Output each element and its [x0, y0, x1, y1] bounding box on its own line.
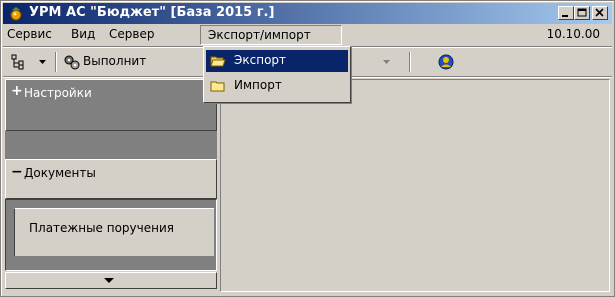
section-settings-label: Настройки: [24, 86, 92, 100]
title-bar[interactable]: УРМ АС "Бюджет" [База 2015 г.]: [3, 3, 612, 24]
menu-item-label: Экспорт: [234, 53, 287, 67]
chevron-down-icon[interactable]: [383, 60, 391, 65]
menu-service[interactable]: Сервис: [7, 27, 52, 41]
scroll-down-button[interactable]: [5, 272, 217, 289]
navigation-panel: + Настройки − Документы Платежные поруче…: [5, 79, 217, 292]
gears-icon[interactable]: [63, 53, 81, 71]
menu-server[interactable]: Сервер: [109, 27, 154, 41]
section-documents-label: Документы: [24, 166, 96, 180]
menu-item-import[interactable]: Импорт: [206, 75, 348, 97]
toolbar-separator: [409, 52, 411, 72]
maximize-icon: [577, 8, 587, 17]
menu-export-import[interactable]: Экспорт/импорт: [200, 25, 342, 45]
documents-list: Платежные поручения: [5, 199, 217, 271]
app-window: УРМ АС "Бюджет" [База 2015 г.] Сервис Ви…: [0, 0, 615, 297]
window-title: УРМ АС "Бюджет" [База 2015 г.]: [29, 5, 275, 20]
version-label: 10.10.00: [546, 27, 600, 41]
folder-open-icon: [210, 56, 226, 67]
section-settings[interactable]: + Настройки: [5, 79, 217, 131]
export-import-menu: Экспорт Импорт: [203, 46, 351, 103]
menu-export-import-label: Экспорт/импорт: [208, 28, 311, 42]
minimize-button[interactable]: [558, 6, 574, 20]
collapse-icon: −: [11, 164, 23, 180]
expand-icon: +: [11, 83, 23, 99]
menu-item-export[interactable]: Экспорт: [206, 50, 348, 72]
arrow-down-icon: [104, 278, 114, 283]
main-content: [220, 79, 610, 292]
execute-button-label[interactable]: Выполнит: [83, 54, 146, 68]
menu-item-label: Импорт: [234, 78, 282, 92]
close-button[interactable]: [592, 6, 608, 20]
list-item-label: Платежные поручения: [29, 221, 174, 235]
folder-icon: [210, 81, 225, 92]
app-icon: [10, 7, 22, 21]
close-icon: [595, 8, 604, 17]
user-help-icon[interactable]: [437, 53, 455, 71]
section-documents[interactable]: − Документы: [5, 159, 217, 199]
list-item-payment-orders[interactable]: Платежные поручения: [14, 208, 214, 256]
chevron-down-icon[interactable]: [39, 60, 47, 65]
menu-view[interactable]: Вид: [71, 27, 95, 41]
toolbar-separator: [55, 52, 57, 72]
minimize-icon: [562, 15, 568, 17]
tree-view-icon[interactable]: [11, 54, 27, 70]
maximize-button[interactable]: [574, 6, 590, 20]
